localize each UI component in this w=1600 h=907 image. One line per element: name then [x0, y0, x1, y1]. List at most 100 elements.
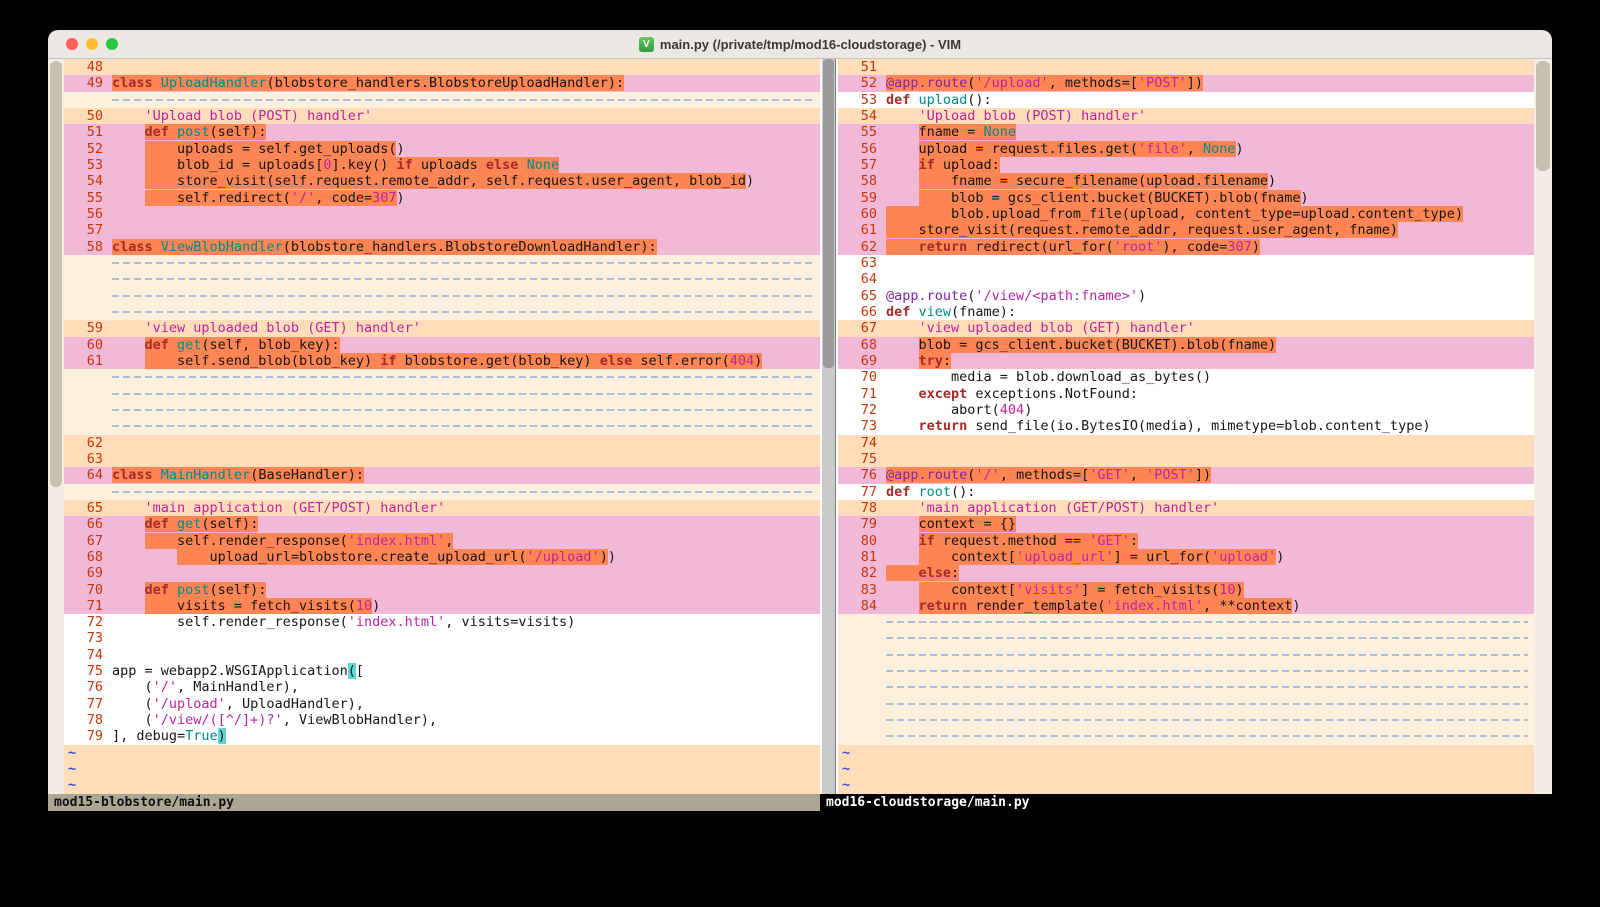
code-text [112, 222, 820, 238]
code-token: ( [348, 663, 356, 679]
right-scrollbar-thumb[interactable] [1536, 61, 1550, 171]
code-line[interactable]: 54 store_visit(self.request.remote_addr,… [64, 173, 820, 189]
code-line[interactable]: 79], debug=True) [64, 728, 820, 744]
code-line[interactable]: 75app = webapp2.WSGIApplication([ [64, 663, 820, 679]
code-line[interactable]: 60 blob.upload_from_file(upload, content… [838, 206, 1534, 222]
vim-command-line[interactable] [48, 811, 1552, 878]
code-line[interactable]: 63 [64, 451, 820, 467]
tilde-line: ~ [838, 745, 1534, 761]
code-line[interactable]: 72 abort(404) [838, 402, 1534, 418]
code-token [886, 386, 919, 402]
code-line[interactable]: 53def upload(): [838, 92, 1534, 108]
code-token: return [919, 598, 968, 614]
code-line[interactable]: 76@app.route('/', methods=['GET', 'POST'… [838, 467, 1534, 483]
code-line[interactable]: 61 self.send_blob(blob_key) if blobstore… [64, 353, 820, 369]
code-line[interactable]: 59 'view uploaded blob (GET) handler' [64, 320, 820, 336]
code-token: send_file(io.BytesIO(media), mimetype=bl… [967, 418, 1430, 434]
code-line[interactable]: 59 blob = gcs_client.bucket(BUCKET).blob… [838, 190, 1534, 206]
code-line[interactable]: 82 else: [838, 565, 1534, 581]
code-line[interactable]: 67 'view uploaded blob (GET) handler' [838, 320, 1534, 336]
code-line[interactable]: 57 if upload: [838, 157, 1534, 173]
code-line[interactable]: 83 context['visits'] = fetch_visits(10) [838, 582, 1534, 598]
code-line[interactable]: 81 context['upload_url'] = url_for('uplo… [838, 549, 1534, 565]
code-line[interactable]: 73 [64, 630, 820, 646]
code-line[interactable]: 62 return redirect(url_for('root'), code… [838, 239, 1534, 255]
code-line[interactable]: 69 try: [838, 353, 1534, 369]
code-line[interactable]: 53 blob_id = uploads[0].key() if uploads… [64, 157, 820, 173]
code-token: 'index.html' [348, 614, 446, 630]
code-line[interactable]: 64class MainHandler(BaseHandler): [64, 467, 820, 483]
code-line[interactable]: 62 [64, 435, 820, 451]
code-line[interactable]: 61 store_visit(request.remote_addr, requ… [838, 222, 1534, 238]
code-line[interactable]: 52 uploads = self.get_uploads() [64, 141, 820, 157]
code-line[interactable]: 54 'Upload blob (POST) handler' [838, 108, 1534, 124]
code-line[interactable]: 58 fname = secure_filename(upload.filena… [838, 173, 1534, 189]
code-line[interactable]: 71 visits = fetch_visits(10) [64, 598, 820, 614]
code-line[interactable]: 48 [64, 59, 820, 75]
titlebar[interactable]: V main.py (/private/tmp/mod16-cloudstora… [48, 30, 1552, 59]
code-line[interactable]: 70 def post(self): [64, 582, 820, 598]
left-scrollbar-thumb[interactable] [50, 61, 62, 487]
code-line[interactable]: 64 [838, 271, 1534, 287]
code-token: None [984, 124, 1017, 140]
statusline-left[interactable]: mod15-blobstore/main.py [48, 794, 820, 811]
statusline-right[interactable]: mod16-cloudstorage/main.py [820, 794, 1552, 811]
code-line[interactable]: 84 return render_template('index.html', … [838, 598, 1534, 614]
code-line[interactable]: 66 def get(self): [64, 516, 820, 532]
code-token: None [1203, 141, 1236, 157]
code-line[interactable]: 68 blob = gcs_client.bucket(BUCKET).blob… [838, 337, 1534, 353]
code-line[interactable]: 65@app.route('/view/<path:fname>') [838, 288, 1534, 304]
code-line[interactable]: 75 [838, 451, 1534, 467]
code-line[interactable]: 69 [64, 565, 820, 581]
code-line[interactable]: 72 self.render_response('index.html', vi… [64, 614, 820, 630]
code-line[interactable]: 55 self.redirect('/', code=307) [64, 190, 820, 206]
code-line[interactable]: 63 [838, 255, 1534, 271]
zoom-button[interactable] [106, 38, 118, 50]
left-editor-pane[interactable]: 4849class UploadHandler(blobstore_handle… [64, 59, 820, 794]
code-token: request.method == [935, 533, 1089, 549]
status-row: mod15-blobstore/main.py mod16-cloudstora… [48, 794, 1552, 811]
code-line[interactable]: 50 'Upload blob (POST) handler' [64, 108, 820, 124]
right-scrollbar[interactable] [1534, 59, 1552, 794]
code-line[interactable]: 52@app.route('/upload', methods=['POST']… [838, 75, 1534, 91]
code-line[interactable]: 58class ViewBlobHandler(blobstore_handle… [64, 239, 820, 255]
code-line[interactable]: 51 [838, 59, 1534, 75]
code-line[interactable]: 49class UploadHandler(blobstore_handlers… [64, 75, 820, 91]
code-line[interactable]: 55 fname = None [838, 124, 1534, 140]
middle-scrollbar-thumb[interactable] [823, 59, 834, 368]
minimize-button[interactable] [86, 38, 98, 50]
code-line[interactable]: 74 [64, 647, 820, 663]
close-button[interactable] [66, 38, 78, 50]
code-token: @app.route [886, 288, 967, 304]
code-line[interactable]: 77 ('/upload', UploadHandler), [64, 696, 820, 712]
code-line[interactable]: 56 upload = request.files.get('file', No… [838, 141, 1534, 157]
code-line[interactable]: 66def view(fname): [838, 304, 1534, 320]
code-line[interactable]: 76 ('/', MainHandler), [64, 679, 820, 695]
code-line[interactable]: 65 'main application (GET/POST) handler' [64, 500, 820, 516]
code-line[interactable]: 51 def post(self): [64, 124, 820, 140]
code-line[interactable]: 71 except exceptions.NotFound: [838, 386, 1534, 402]
middle-scrollbar[interactable] [822, 59, 836, 794]
code-line[interactable]: 78 'main application (GET/POST) handler' [838, 500, 1534, 516]
code-token [886, 598, 919, 614]
diff-filler-dashes [112, 92, 820, 108]
code-token: redirect(url_for( [967, 239, 1113, 255]
code-line[interactable]: 73 return send_file(io.BytesIO(media), m… [838, 418, 1534, 434]
code-line[interactable]: 68 upload_url=blobstore.create_upload_ur… [64, 549, 820, 565]
code-text: ('/upload', UploadHandler), [112, 696, 820, 712]
code-line[interactable]: 77def root(): [838, 484, 1534, 500]
code-line[interactable]: 79 context = {} [838, 516, 1534, 532]
code-line[interactable]: 57 [64, 222, 820, 238]
code-line[interactable]: 78 ('/view/([^/]+)?', ViewBlobHandler), [64, 712, 820, 728]
code-line[interactable]: 80 if request.method == 'GET': [838, 533, 1534, 549]
right-editor-pane[interactable]: 5152@app.route('/upload', methods=['POST… [838, 59, 1534, 794]
code-line[interactable]: 56 [64, 206, 820, 222]
code-line[interactable]: 67 self.render_response('index.html', [64, 533, 820, 549]
code-line[interactable]: 70 media = blob.download_as_bytes() [838, 369, 1534, 385]
code-line[interactable]: 74 [838, 435, 1534, 451]
line-number: 70 [64, 582, 112, 598]
window-split-divider[interactable] [820, 59, 838, 794]
left-scrollbar[interactable] [48, 59, 64, 794]
code-line[interactable]: 60 def get(self, blob_key): [64, 337, 820, 353]
line-number: 54 [838, 108, 886, 124]
